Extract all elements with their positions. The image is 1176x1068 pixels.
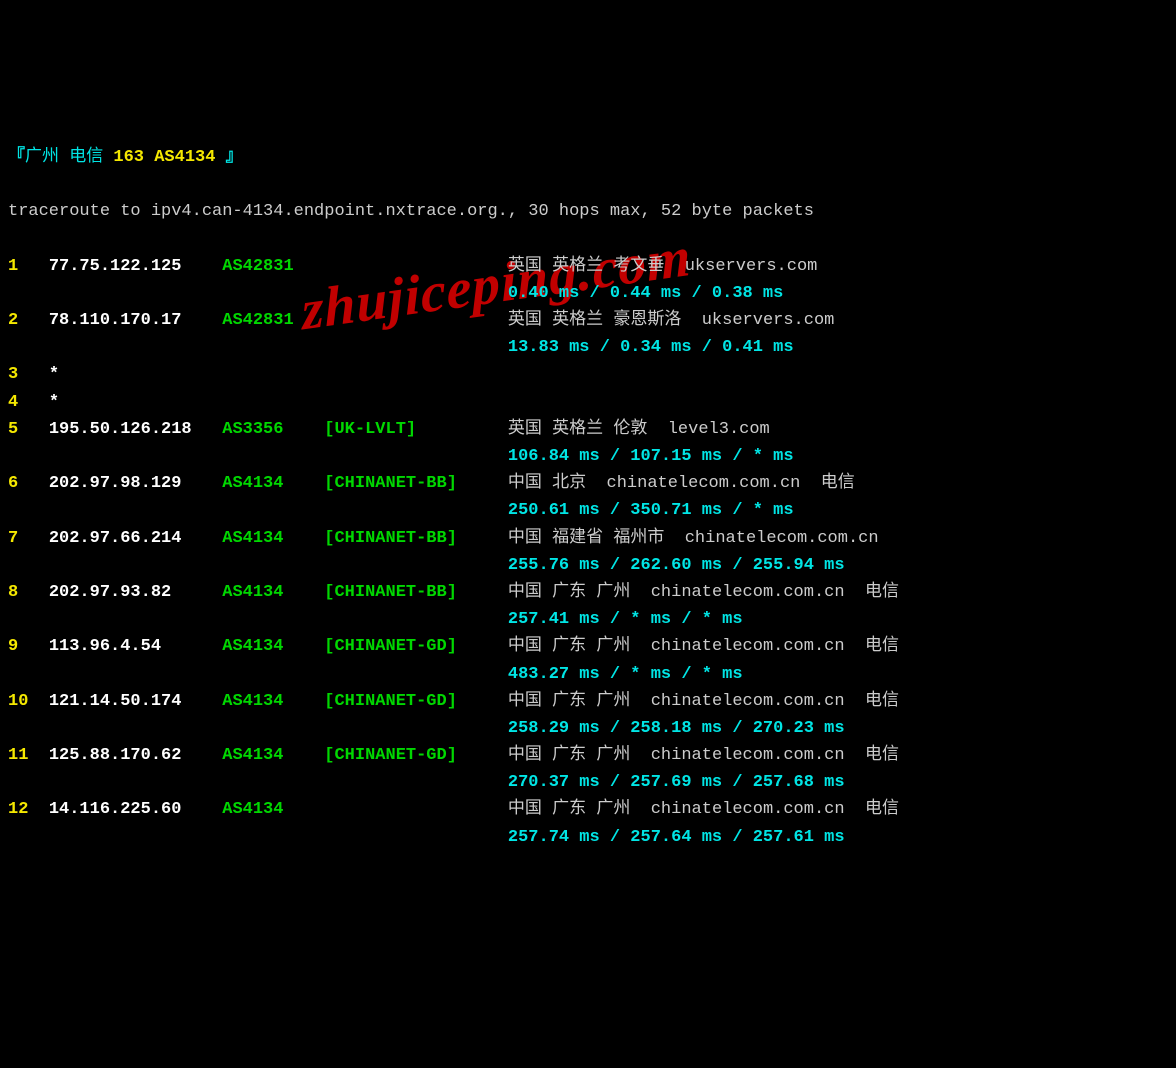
hop-asn: AS4134 [222, 529, 324, 548]
hop-times: 13.83 ms / 0.34 ms / 0.41 ms [508, 338, 794, 357]
header-line: 『广州 电信 163 AS4134 』 [8, 144, 1168, 171]
header-location: 广州 电信 [25, 148, 103, 167]
hop-number: 10 [8, 692, 49, 711]
hop-location: 中国 广东 广州 chinatelecom.com.cn 电信 [508, 692, 899, 711]
hop-times: 255.76 ms / 262.60 ms / 255.94 ms [508, 556, 845, 575]
hop-times-row: 250.61 ms / 350.71 ms / * ms [8, 497, 1168, 524]
hop-number: 6 [8, 474, 49, 493]
hop-tag [324, 311, 508, 330]
hop-times-row: 106.84 ms / 107.15 ms / * ms [8, 443, 1168, 470]
hop-ip: 14.116.225.60 [49, 800, 222, 819]
hop-times-row: 257.74 ms / 257.64 ms / 257.61 ms [8, 824, 1168, 851]
hop-ip: 121.14.50.174 [49, 692, 222, 711]
hop-star: * [49, 365, 59, 384]
hop-times: 0.40 ms / 0.44 ms / 0.38 ms [508, 284, 783, 303]
hop-times-row: 270.37 ms / 257.69 ms / 257.68 ms [8, 769, 1168, 796]
hop-tag: [CHINANET-GD] [324, 746, 508, 765]
hop-times-row: 258.29 ms / 258.18 ms / 270.23 ms [8, 715, 1168, 742]
hop-times: 258.29 ms / 258.18 ms / 270.23 ms [508, 719, 845, 738]
hop-times: 257.74 ms / 257.64 ms / 257.61 ms [508, 828, 845, 847]
hop-times: 270.37 ms / 257.69 ms / 257.68 ms [508, 773, 845, 792]
hop-ip: 195.50.126.218 [49, 420, 222, 439]
hop-ip: 202.97.98.129 [49, 474, 222, 493]
hop-times-row: 257.41 ms / * ms / * ms [8, 606, 1168, 633]
hop-asn: AS4134 [222, 474, 324, 493]
hop-location: 英国 英格兰 考文垂 ukservers.com [508, 257, 817, 276]
hop-row: 7 202.97.66.214 AS4134 [CHINANET-BB] 中国 … [8, 525, 1168, 552]
hop-ip: 77.75.122.125 [49, 257, 222, 276]
hop-location: 英国 英格兰 伦敦 level3.com [508, 420, 770, 439]
hop-location: 中国 广东 广州 chinatelecom.com.cn 电信 [508, 800, 899, 819]
hop-location: 中国 广东 广州 chinatelecom.com.cn 电信 [508, 583, 899, 602]
hop-asn: AS4134 [222, 746, 324, 765]
hop-location: 中国 广东 广州 chinatelecom.com.cn 电信 [508, 746, 899, 765]
hop-number: 4 [8, 393, 49, 412]
hop-star: * [49, 393, 59, 412]
hop-tag [324, 257, 508, 276]
hop-row: 2 78.110.170.17 AS42831 英国 英格兰 豪恩斯洛 ukse… [8, 307, 1168, 334]
hop-number: 11 [8, 746, 49, 765]
hop-asn: AS4134 [222, 637, 324, 656]
hop-row: 11 125.88.170.62 AS4134 [CHINANET-GD] 中国… [8, 742, 1168, 769]
hop-asn: AS4134 [222, 800, 324, 819]
hop-number: 12 [8, 800, 49, 819]
hop-number: 1 [8, 257, 49, 276]
hop-number: 2 [8, 311, 49, 330]
hop-times: 250.61 ms / 350.71 ms / * ms [508, 501, 794, 520]
hop-times: 257.41 ms / * ms / * ms [508, 610, 743, 629]
hop-tag: [CHINANET-GD] [324, 692, 508, 711]
hop-asn: AS4134 [222, 583, 324, 602]
hop-tag: [UK-LVLT] [324, 420, 508, 439]
hop-location: 中国 广东 广州 chinatelecom.com.cn 电信 [508, 637, 899, 656]
hop-ip: 202.97.66.214 [49, 529, 222, 548]
hop-tag: [CHINANET-BB] [324, 583, 508, 602]
hop-asn: AS42831 [222, 257, 324, 276]
hop-times-row: 255.76 ms / 262.60 ms / 255.94 ms [8, 552, 1168, 579]
hop-number: 5 [8, 420, 49, 439]
hop-ip: 113.96.4.54 [49, 637, 222, 656]
hop-row: 8 202.97.93.82 AS4134 [CHINANET-BB] 中国 广… [8, 579, 1168, 606]
hop-times-row: 13.83 ms / 0.34 ms / 0.41 ms [8, 334, 1168, 361]
hop-tag: [CHINANET-BB] [324, 474, 508, 493]
header-prefix: 『 [8, 148, 25, 167]
hop-row: 4 * [8, 389, 1168, 416]
hop-times: 483.27 ms / * ms / * ms [508, 665, 743, 684]
hop-location: 中国 北京 chinatelecom.com.cn 电信 [508, 474, 855, 493]
hop-tag: [CHINANET-GD] [324, 637, 508, 656]
hop-tag: [CHINANET-BB] [324, 529, 508, 548]
hop-ip: 78.110.170.17 [49, 311, 222, 330]
header-asn: 163 AS4134 [113, 148, 215, 167]
hop-row: 1 77.75.122.125 AS42831 英国 英格兰 考文垂 ukser… [8, 253, 1168, 280]
hop-times: 106.84 ms / 107.15 ms / * ms [508, 447, 794, 466]
hop-row: 10 121.14.50.174 AS4134 [CHINANET-GD] 中国… [8, 688, 1168, 715]
hop-asn: AS4134 [222, 692, 324, 711]
hop-row: 12 14.116.225.60 AS4134 中国 广东 广州 chinate… [8, 796, 1168, 823]
header-suffix: 』 [226, 148, 243, 167]
hop-asn: AS42831 [222, 311, 324, 330]
hop-number: 3 [8, 365, 49, 384]
hop-number: 7 [8, 529, 49, 548]
hop-asn: AS3356 [222, 420, 324, 439]
hop-number: 9 [8, 637, 49, 656]
hop-ip: 125.88.170.62 [49, 746, 222, 765]
hop-location: 中国 福建省 福州市 chinatelecom.com.cn [508, 529, 879, 548]
hop-row: 5 195.50.126.218 AS3356 [UK-LVLT] 英国 英格兰… [8, 416, 1168, 443]
hop-row: 3 * [8, 361, 1168, 388]
hop-row: 9 113.96.4.54 AS4134 [CHINANET-GD] 中国 广东… [8, 633, 1168, 660]
hop-row: 6 202.97.98.129 AS4134 [CHINANET-BB] 中国 … [8, 470, 1168, 497]
hop-tag [324, 800, 508, 819]
hop-location: 英国 英格兰 豪恩斯洛 ukservers.com [508, 311, 834, 330]
traceroute-command: traceroute to ipv4.can-4134.endpoint.nxt… [8, 198, 1168, 225]
hop-number: 8 [8, 583, 49, 602]
traceroute-hops: 1 77.75.122.125 AS42831 英国 英格兰 考文垂 ukser… [8, 253, 1168, 851]
hop-times-row: 483.27 ms / * ms / * ms [8, 661, 1168, 688]
hop-ip: 202.97.93.82 [49, 583, 222, 602]
hop-times-row: 0.40 ms / 0.44 ms / 0.38 ms [8, 280, 1168, 307]
